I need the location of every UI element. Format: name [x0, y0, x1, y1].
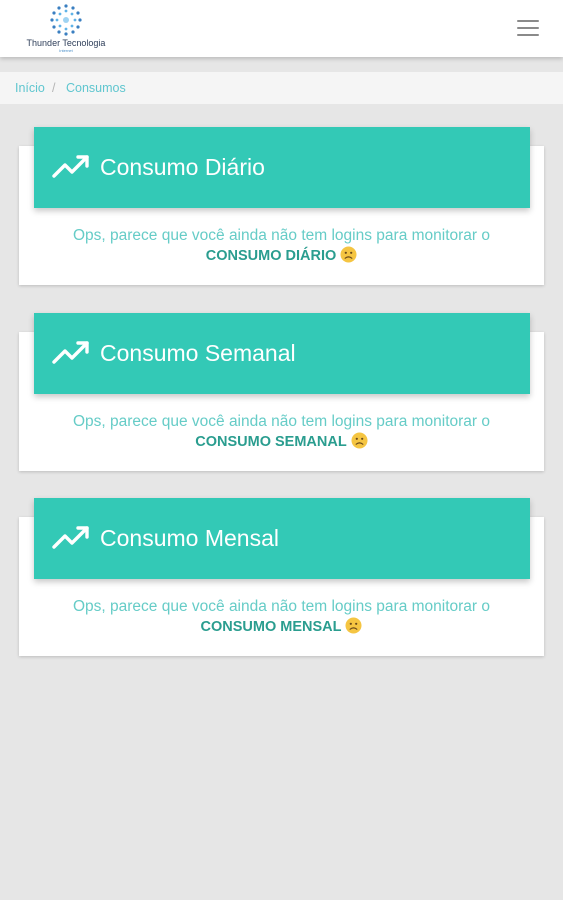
empty-message-text: Ops, parece que você ainda não tem login… [72, 227, 491, 244]
logo-subtitle: Internet [59, 48, 73, 53]
empty-message: Ops, parece que você ainda não tem login… [19, 597, 544, 637]
empty-message-strong: CONSUMO SEMANAL [195, 434, 347, 450]
empty-message-highlight: CONSUMO MENSAL [19, 617, 544, 637]
card-title: Consumo Diário [100, 154, 265, 180]
card-header: Consumo Mensal [34, 498, 530, 579]
empty-message-highlight: CONSUMO DIÁRIO [19, 246, 544, 266]
trending-up-icon [52, 155, 89, 178]
card-title: Consumo Mensal [100, 525, 279, 551]
empty-message-strong: CONSUMO MENSAL [200, 619, 342, 635]
breadcrumb-home-link[interactable]: Início [15, 72, 45, 104]
logo-globe-icon [50, 4, 82, 36]
empty-message-highlight: CONSUMO SEMANAL [19, 432, 544, 452]
hamburger-menu-icon[interactable] [517, 19, 539, 37]
card-consumo-mensal: Consumo Mensal Ops, parece que você aind… [19, 498, 544, 656]
card-header: Consumo Diário [34, 127, 530, 208]
card-header: Consumo Semanal [34, 313, 530, 394]
card-consumo-diario: Consumo Diário Ops, parece que você aind… [19, 127, 544, 285]
top-app-bar: Thunder Tecnologia Internet [0, 0, 563, 57]
breadcrumb-current: Consumos [66, 81, 126, 95]
empty-message: Ops, parece que você ainda não tem login… [19, 412, 544, 452]
sad-face-icon [351, 432, 368, 449]
sad-face-icon [340, 246, 357, 263]
trending-up-icon [52, 526, 89, 549]
empty-message-strong: CONSUMO DIÁRIO [205, 248, 337, 264]
logo[interactable]: Thunder Tecnologia Internet [18, 3, 114, 55]
empty-message-text: Ops, parece que você ainda não tem login… [72, 413, 491, 430]
empty-message: Ops, parece que você ainda não tem login… [19, 226, 544, 266]
card-consumo-semanal: Consumo Semanal Ops, parece que você ain… [19, 313, 544, 471]
logo-name: Thunder Tecnologia [26, 38, 106, 48]
breadcrumb: Início / Consumos [0, 72, 563, 104]
trending-up-icon [52, 341, 89, 364]
card-title: Consumo Semanal [100, 340, 296, 366]
breadcrumb-separator: / [52, 81, 56, 95]
sad-face-icon [345, 617, 362, 634]
empty-message-text: Ops, parece que você ainda não tem login… [72, 598, 491, 615]
